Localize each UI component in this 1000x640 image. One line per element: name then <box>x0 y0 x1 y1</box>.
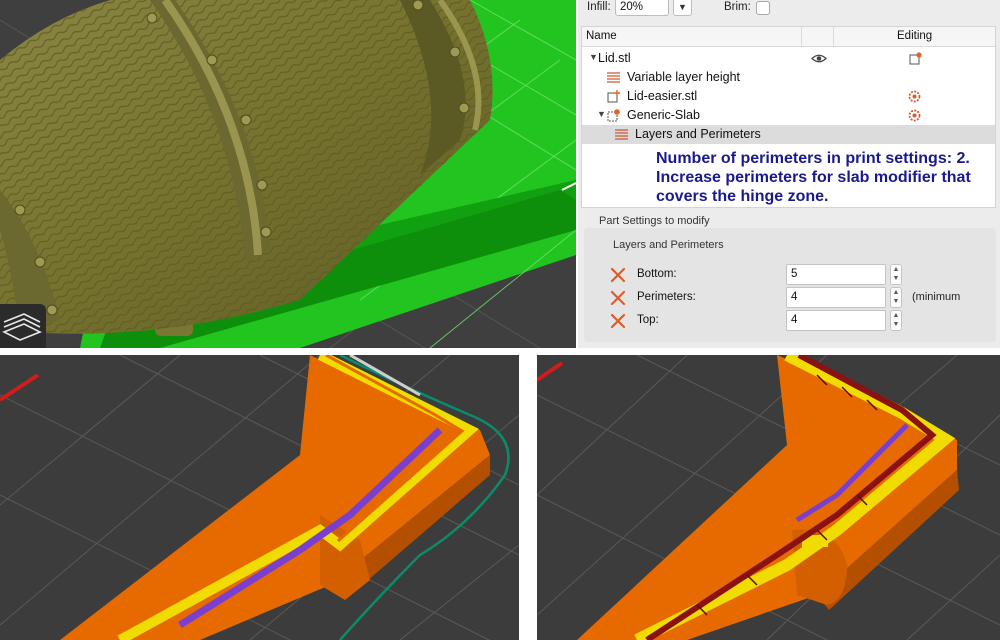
object-label: Lid-easier.stl <box>627 89 698 103</box>
layer-height-icon <box>607 72 620 83</box>
object-row-lid[interactable]: ▼ Lid.stl <box>582 49 995 68</box>
object-row-variable-layer-height[interactable]: Variable layer height <box>582 68 995 87</box>
gcode-preview-before[interactable] <box>0 355 519 640</box>
print-quick-settings: Infill: 20% ▼ Brim: <box>578 0 1000 18</box>
settings-gear-icon[interactable] <box>908 90 921 103</box>
group-title: Layers and Perimeters <box>613 239 724 251</box>
object-list-header: Name Editing <box>582 27 995 47</box>
object-label: Layers and Perimeters <box>635 127 761 141</box>
layers-icon <box>615 129 628 140</box>
object-row-lid-easier[interactable]: Lid-easier.stl <box>582 87 995 106</box>
object-list[interactable]: Name Editing ▼ Lid.stl Variable layer he… <box>581 26 996 208</box>
brim-checkbox[interactable] <box>756 1 770 15</box>
perimeters-input[interactable]: 4 <box>786 287 886 308</box>
part-settings-group: Layers and Perimeters Bottom: 5 ▲ ▼ Perim… <box>584 228 996 342</box>
object-label: Variable layer height <box>627 70 741 84</box>
eye-icon[interactable] <box>811 52 827 65</box>
annotation-line: covers the hinge zone. <box>656 188 829 205</box>
infill-label: Infill: <box>587 1 611 13</box>
layers-view-icon[interactable] <box>0 304 46 348</box>
column-header-name[interactable]: Name <box>586 30 617 42</box>
annotation-line: Number of perimeters in print settings: … <box>656 150 970 167</box>
object-row-generic-slab[interactable]: ▼ Generic-Slab <box>582 106 995 125</box>
brim-label: Brim: <box>724 1 751 13</box>
setting-label: Bottom: <box>637 268 677 280</box>
setting-row-perimeters: Perimeters: 4 ▲ ▼ (minimum <box>584 287 996 309</box>
setting-label: Top: <box>637 314 659 326</box>
settings-gear-icon[interactable] <box>908 109 921 122</box>
top-layers-input[interactable]: 4 <box>786 310 886 331</box>
object-label: Generic-Slab <box>627 108 700 122</box>
setting-unit: (minimum <box>912 291 961 303</box>
spinner-icon[interactable]: ▲ ▼ <box>890 264 902 285</box>
infill-combo[interactable]: 20% <box>615 0 669 16</box>
annotation-text: Number of perimeters in print settings: … <box>656 149 995 206</box>
add-part-icon <box>607 90 620 103</box>
spinner-icon[interactable]: ▲ ▼ <box>890 310 902 331</box>
annotation-line: Increase perimeters for slab modifier th… <box>656 169 971 186</box>
gcode-preview-after[interactable] <box>537 355 1000 640</box>
setting-row-bottom: Bottom: 5 ▲ ▼ <box>584 264 996 286</box>
setting-row-top: Top: 4 ▲ ▼ <box>584 310 996 332</box>
remove-setting-icon[interactable] <box>610 313 626 329</box>
bottom-layers-input[interactable]: 5 <box>786 264 886 285</box>
expand-triangle-icon[interactable]: ▼ <box>589 52 598 62</box>
remove-setting-icon[interactable] <box>610 267 626 283</box>
chevron-down-icon[interactable]: ▼ <box>673 0 692 16</box>
object-label: Lid.stl <box>598 51 631 65</box>
object-row-layers-and-perimeters[interactable]: Layers and Perimeters <box>582 125 995 144</box>
expand-triangle-icon[interactable]: ▼ <box>597 109 606 119</box>
setting-label: Perimeters: <box>637 291 696 303</box>
remove-setting-icon[interactable] <box>610 290 626 306</box>
object-settings-panel: Infill: 20% ▼ Brim: Name Editing ▼ Lid.s… <box>578 0 1000 348</box>
column-header-editing[interactable]: Editing <box>897 30 932 42</box>
spinner-icon[interactable]: ▲ ▼ <box>890 287 902 308</box>
modifier-icon <box>607 109 620 122</box>
edit-object-icon[interactable] <box>909 52 922 65</box>
part-settings-title: Part Settings to modify <box>599 215 710 227</box>
3d-viewport-model[interactable] <box>0 0 576 348</box>
